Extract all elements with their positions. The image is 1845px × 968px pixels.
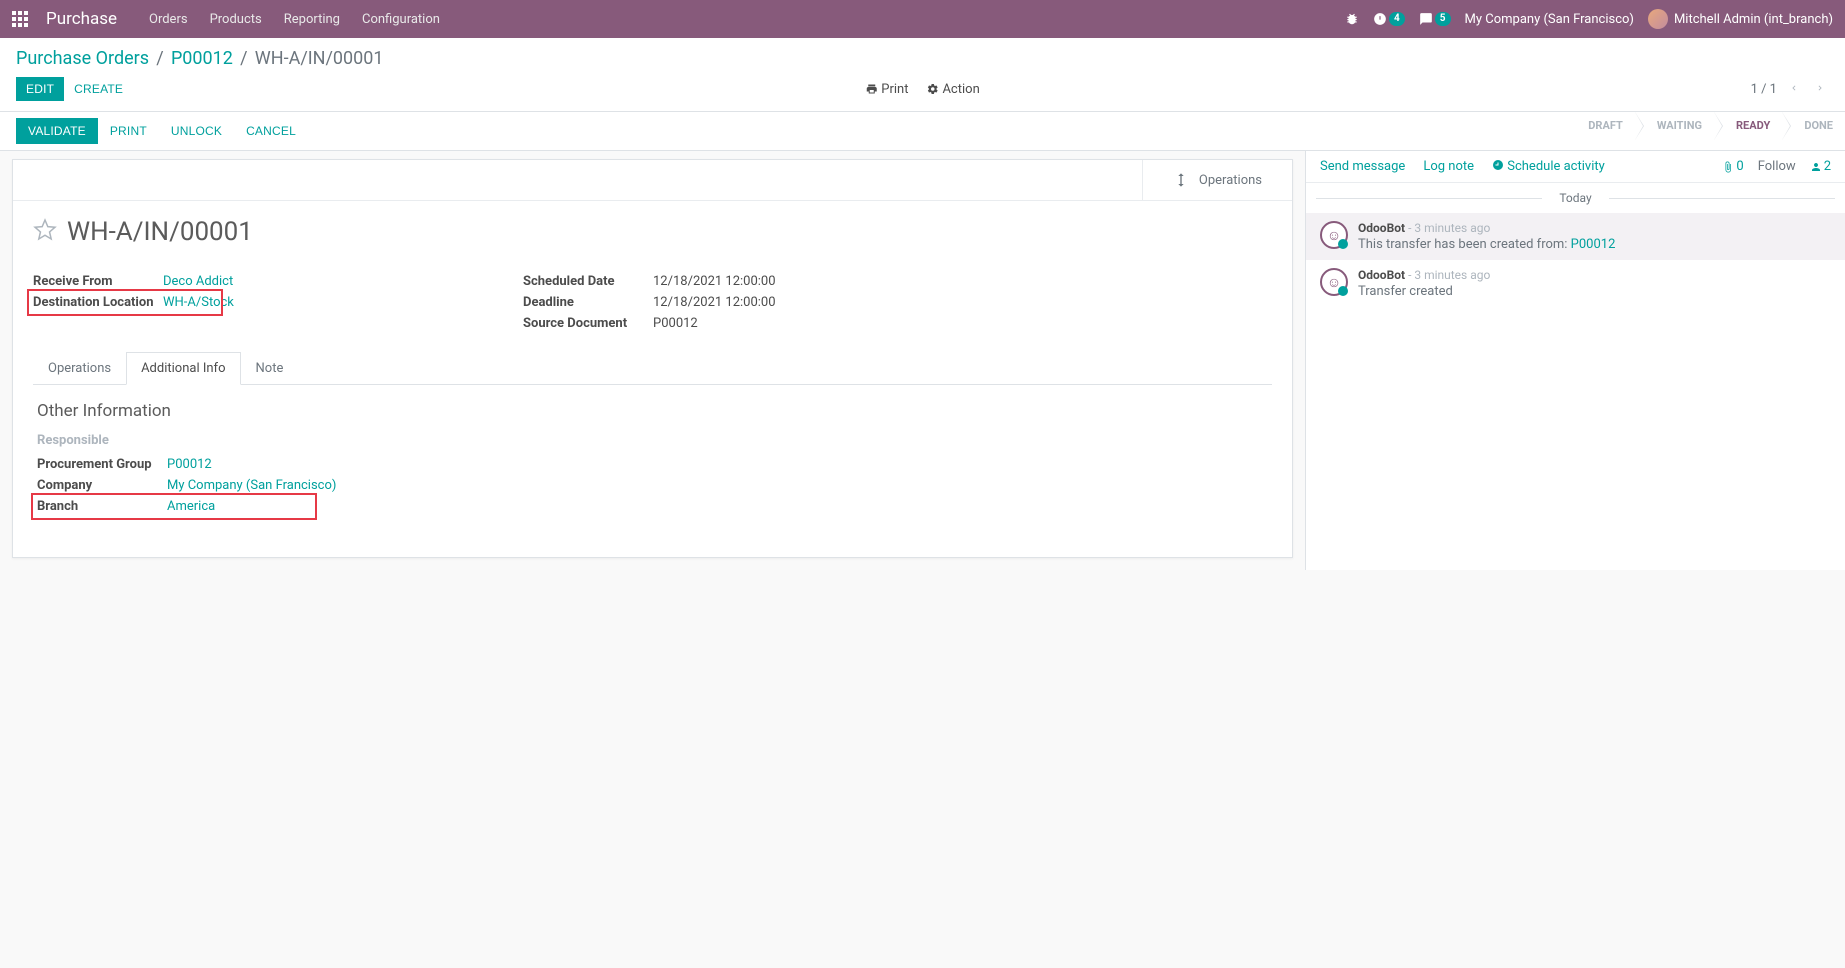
chevron-left-icon [1789, 83, 1799, 93]
send-message-button[interactable]: Send message [1320, 159, 1405, 174]
user-menu[interactable]: Mitchell Admin (int_branch) [1648, 9, 1833, 29]
breadcrumb-parent[interactable]: P00012 [171, 48, 233, 69]
star-icon [33, 218, 57, 242]
step-ready[interactable]: READY [1714, 112, 1782, 150]
source-document-value: P00012 [653, 316, 698, 331]
debug-icon[interactable] [1345, 12, 1359, 26]
status-bar: DRAFT WAITING READY DONE [1574, 112, 1845, 150]
print-status-button[interactable]: PRINT [98, 118, 159, 144]
message-item: ☺ OdooBot - 3 minutes ago This transfer … [1306, 213, 1845, 260]
clock-icon [1492, 159, 1504, 171]
chevron-right-icon [1815, 83, 1825, 93]
source-document-label: Source Document [523, 316, 653, 331]
pager-count: 1 / 1 [1751, 82, 1777, 97]
log-note-button[interactable]: Log note [1423, 159, 1474, 174]
record-title: WH-A/IN/00001 [67, 217, 253, 247]
cancel-button[interactable]: CANCEL [234, 118, 308, 144]
scheduled-date-label: Scheduled Date [523, 274, 653, 289]
follow-button[interactable]: Follow [1758, 159, 1796, 174]
tab-note[interactable]: Note [241, 352, 299, 384]
print-button[interactable]: Print [865, 82, 908, 97]
message-author: OdooBot [1358, 268, 1405, 282]
apps-icon[interactable] [12, 11, 28, 27]
pager: 1 / 1 [1751, 80, 1829, 99]
tab-additional-info[interactable]: Additional Info [126, 352, 240, 385]
branch-label: Branch [37, 499, 167, 514]
company-value[interactable]: My Company (San Francisco) [167, 478, 336, 493]
other-info-heading: Other Information [37, 401, 1268, 421]
menu-products[interactable]: Products [210, 12, 262, 27]
procurement-group-value[interactable]: P00012 [167, 457, 212, 472]
user-name: Mitchell Admin (int_branch) [1674, 12, 1833, 27]
step-draft[interactable]: DRAFT [1574, 112, 1635, 150]
pager-prev[interactable] [1785, 80, 1803, 99]
menu-configuration[interactable]: Configuration [362, 12, 440, 27]
print-icon [865, 83, 877, 95]
messaging-icon[interactable]: 5 [1419, 12, 1451, 26]
chatter: Send message Log note Schedule activity … [1305, 151, 1845, 570]
unlock-button[interactable]: UNLOCK [159, 118, 234, 144]
tab-operations[interactable]: Operations [33, 352, 126, 384]
message-time: - 3 minutes ago [1408, 221, 1490, 235]
activity-icon[interactable]: 4 [1373, 12, 1405, 26]
create-button[interactable]: CREATE [64, 77, 133, 101]
message-author: OdooBot [1358, 221, 1405, 235]
receive-from-value[interactable]: Deco Addict [163, 274, 233, 289]
user-icon [1810, 161, 1822, 173]
app-title[interactable]: Purchase [46, 9, 117, 29]
step-waiting[interactable]: WAITING [1635, 112, 1714, 150]
breadcrumb: Purchase Orders / P00012 / WH-A/IN/00001 [0, 38, 1845, 73]
action-dropdown[interactable]: Action [926, 82, 979, 97]
deadline-value: 12/18/2021 12:00:00 [653, 295, 776, 310]
bot-avatar-icon: ☺ [1320, 268, 1348, 296]
menu-orders[interactable]: Orders [149, 12, 188, 27]
gear-icon [926, 83, 938, 95]
message-link[interactable]: P00012 [1571, 237, 1616, 252]
destination-location-value[interactable]: WH-A/Stock [163, 295, 234, 310]
deadline-label: Deadline [523, 295, 653, 310]
scheduled-date-value: 12/18/2021 12:00:00 [653, 274, 776, 289]
responsible-label: Responsible [37, 433, 497, 448]
date-separator: Today [1306, 183, 1845, 213]
receive-from-label: Receive From [33, 274, 163, 289]
attachments-button[interactable]: 0 [1722, 159, 1743, 174]
form-sheet: Operations WH-A/IN/00001 Receive From De… [12, 159, 1293, 558]
menu-reporting[interactable]: Reporting [284, 12, 340, 27]
edit-button[interactable]: EDIT [16, 77, 64, 101]
message-time: - 3 minutes ago [1408, 268, 1490, 282]
top-nav: Purchase Orders Products Reporting Confi… [0, 0, 1845, 38]
attachment-icon [1722, 161, 1734, 173]
pager-next[interactable] [1811, 80, 1829, 99]
validate-button[interactable]: VALIDATE [16, 118, 98, 144]
followers-button[interactable]: 2 [1810, 159, 1831, 174]
step-done[interactable]: DONE [1782, 112, 1845, 150]
company-selector[interactable]: My Company (San Francisco) [1465, 12, 1634, 27]
company-label: Company [37, 478, 167, 493]
operations-stat-button[interactable]: Operations [1142, 160, 1292, 200]
favorite-toggle[interactable] [33, 218, 57, 246]
branch-value[interactable]: America [167, 499, 215, 514]
breadcrumb-current: WH-A/IN/00001 [255, 48, 384, 69]
procurement-group-label: Procurement Group [37, 457, 167, 472]
messaging-badge: 5 [1435, 12, 1451, 26]
activity-badge: 4 [1389, 12, 1405, 26]
user-avatar-icon [1648, 9, 1668, 29]
breadcrumb-root[interactable]: Purchase Orders [16, 48, 149, 69]
arrows-vertical-icon [1173, 172, 1189, 188]
destination-location-label: Destination Location [33, 295, 163, 310]
bot-avatar-icon: ☺ [1320, 221, 1348, 249]
message-item: ☺ OdooBot - 3 minutes ago Transfer creat… [1306, 260, 1845, 307]
schedule-activity-button[interactable]: Schedule activity [1492, 159, 1605, 174]
tabs: Operations Additional Info Note [33, 352, 1272, 385]
